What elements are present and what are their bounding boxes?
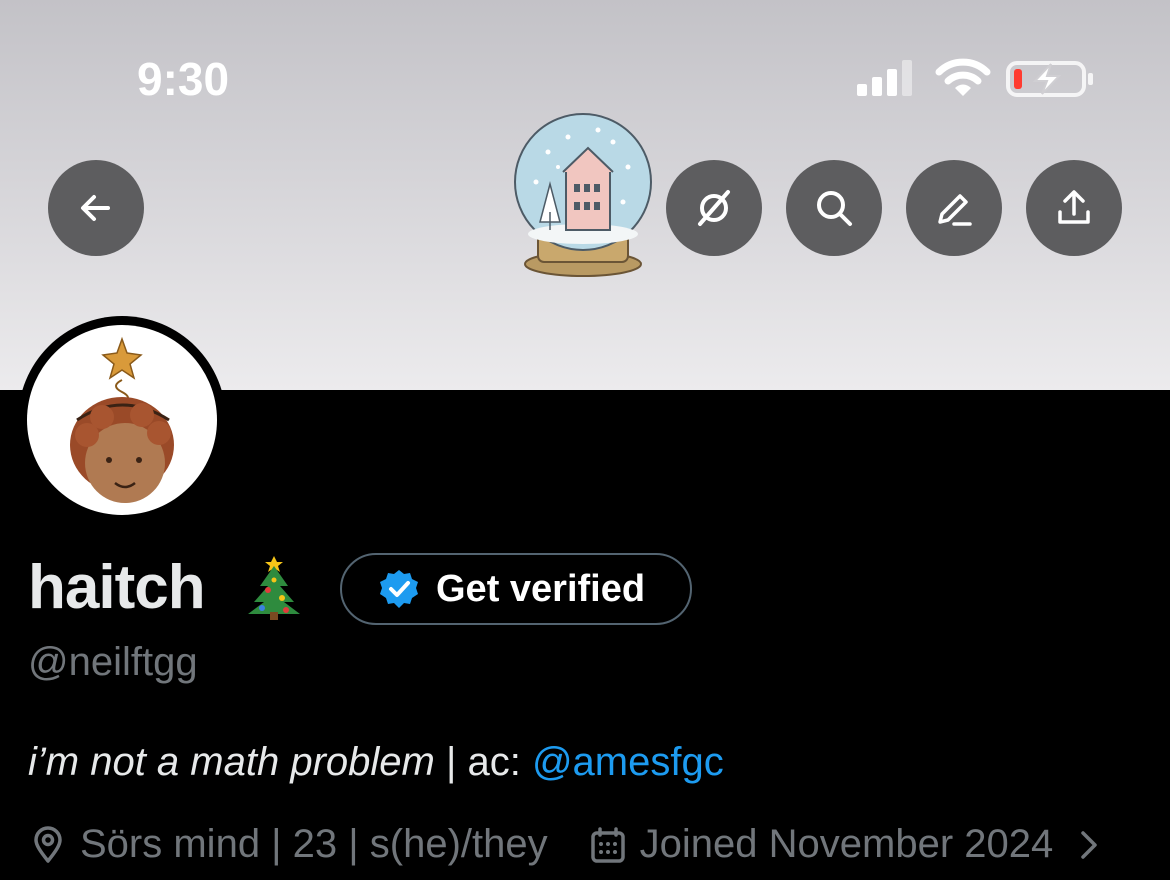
search-icon	[817, 191, 852, 226]
search-button[interactable]	[786, 160, 882, 256]
profile-meta: Sörs mind | 23 | s(he)/they Joined Novem…	[28, 822, 1121, 867]
avatar[interactable]	[18, 316, 226, 524]
location-text: Sörs mind | 23 | s(he)/they	[80, 822, 548, 866]
bio-text: i’m not a math problem	[28, 740, 435, 784]
cellular-signal-icon	[857, 60, 912, 96]
arrow-left-icon	[81, 195, 110, 221]
display-name: haitch	[28, 553, 206, 622]
avatar-illustration	[70, 336, 174, 503]
grok-button[interactable]	[666, 160, 762, 256]
joined-date: Joined November 2024	[639, 822, 1054, 866]
bio-separator: | ac:	[434, 740, 532, 784]
get-verified-label: Get verified	[436, 567, 646, 610]
profile-bio: i’m not a math problem | ac: @amesfgc	[28, 740, 724, 785]
snow-globe-banner-art	[514, 113, 652, 277]
grok-icon	[698, 190, 730, 226]
location-pin-icon	[34, 825, 62, 863]
edit-button[interactable]	[906, 160, 1002, 256]
status-time: 9:30	[137, 53, 230, 105]
verified-badge-icon	[380, 570, 418, 608]
user-handle: @neilftgg	[28, 640, 198, 684]
chevron-right-icon[interactable]	[1069, 825, 1109, 865]
bio-mention-link[interactable]: @amesfgc	[532, 740, 724, 784]
share-button[interactable]	[1026, 160, 1122, 256]
get-verified-button[interactable]: Get verified	[340, 553, 692, 625]
edit-icon	[938, 194, 972, 226]
christmas-tree-icon	[248, 556, 300, 620]
wifi-icon	[935, 58, 991, 96]
share-icon	[1058, 190, 1090, 224]
calendar-icon	[590, 826, 625, 863]
back-button[interactable]	[48, 160, 144, 256]
battery-charging-icon	[1006, 61, 1093, 97]
